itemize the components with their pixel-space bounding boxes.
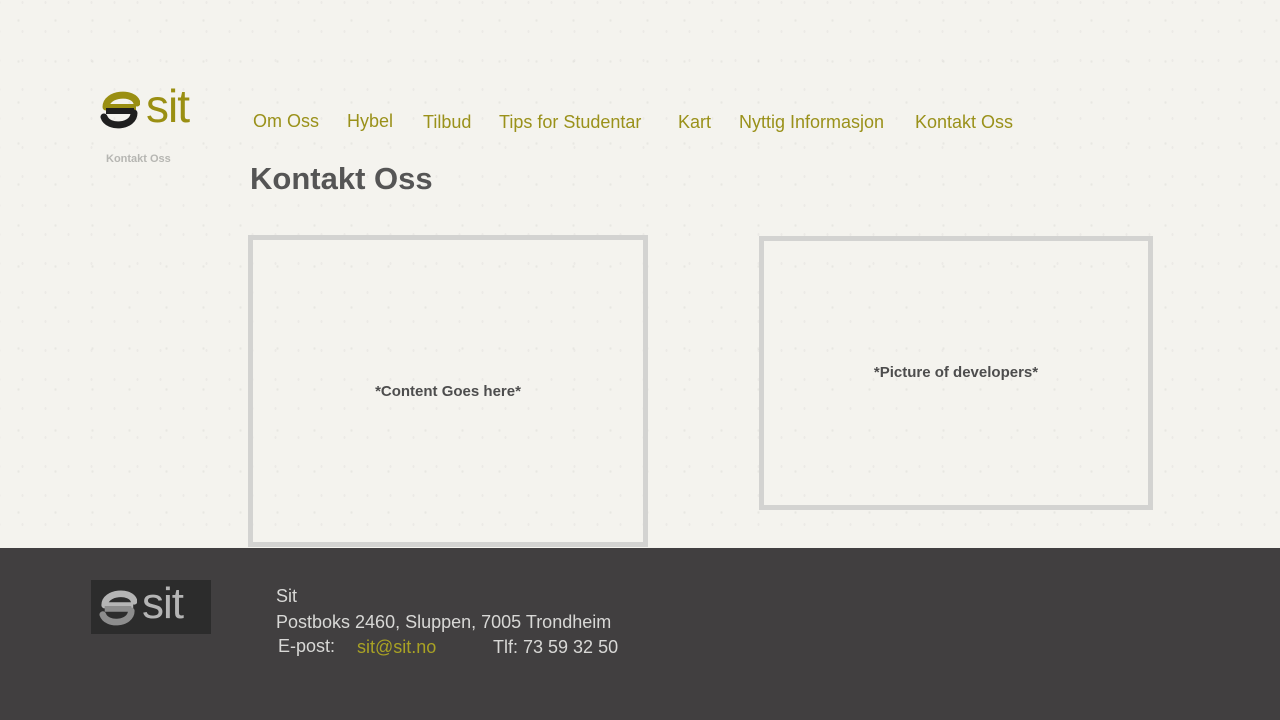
sit-swirl-icon <box>100 91 140 129</box>
nav-kontakt-oss[interactable]: Kontakt Oss <box>915 112 1013 133</box>
footer-email-label: E-post: <box>278 636 336 656</box>
sit-logo[interactable]: sit <box>100 80 204 132</box>
page-title: Kontakt Oss <box>250 161 433 196</box>
footer-company-name: Sit <box>276 586 298 606</box>
content-placeholder: *Content Goes here* <box>375 382 521 400</box>
footer-email-link[interactable]: sit@sit.no <box>357 637 436 658</box>
nav-tilbud[interactable]: Tilbud <box>423 112 471 133</box>
footer-logo: sit <box>91 580 211 634</box>
picture-placeholder: *Picture of developers* <box>873 363 1039 381</box>
developers-picture-panel: *Picture of developers* <box>759 236 1153 510</box>
footer-address: Postboks 2460, Sluppen, 7005 Trondheim <box>276 612 612 632</box>
nav-tips-for-studentar[interactable]: Tips for Studentar <box>499 112 641 133</box>
sit-swirl-icon <box>99 590 137 626</box>
nav-nyttig-informasjon[interactable]: Nyttig Informasjon <box>739 112 884 133</box>
nav-kart[interactable]: Kart <box>678 112 711 133</box>
nav-hybel[interactable]: Hybel <box>347 111 393 132</box>
content-panel: *Content Goes here* <box>248 235 648 547</box>
footer-logo-text: sit <box>142 579 184 628</box>
footer-phone: Tlf: 73 59 32 50 <box>493 637 619 657</box>
logo-text: sit <box>146 80 190 132</box>
footer: sit Sit Postboks 2460, Sluppen, 7005 Tro… <box>0 548 1280 720</box>
nav-om-oss[interactable]: Om Oss <box>253 111 319 132</box>
breadcrumb: Kontakt Oss <box>106 153 171 165</box>
